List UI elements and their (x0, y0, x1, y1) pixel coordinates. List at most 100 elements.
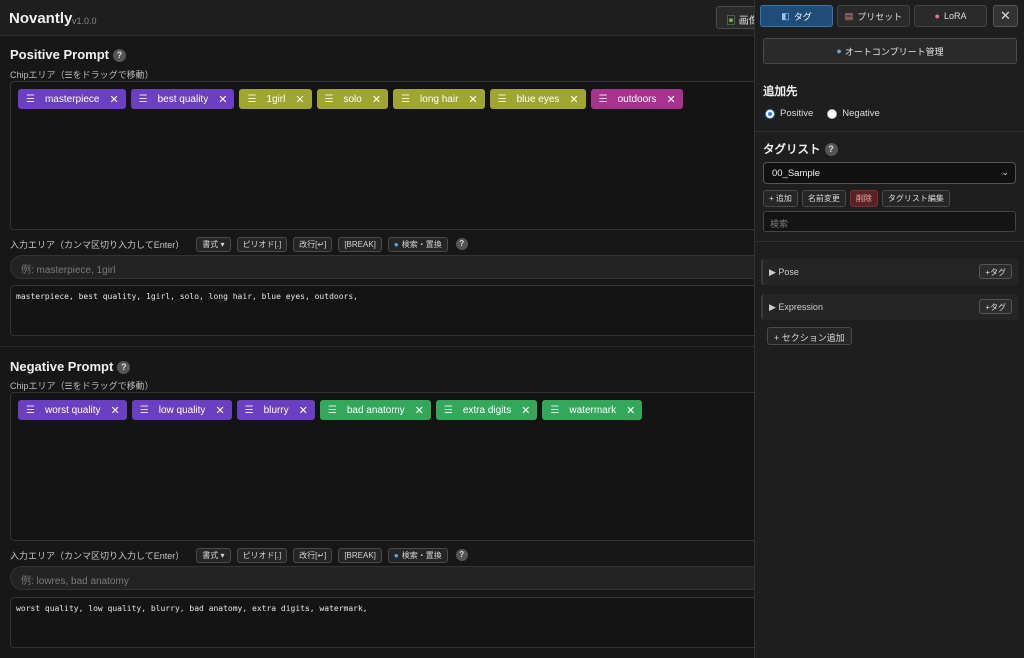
remove-chip-icon[interactable]: ✕ (109, 93, 118, 106)
add-taglist-button[interactable]: + 追加 (763, 190, 798, 207)
tag-chip[interactable]: ☰ watermark ✕ (542, 400, 643, 420)
tag-chip[interactable]: ☰ blue eyes ✕ (489, 89, 586, 109)
remove-chip-icon[interactable]: ✕ (218, 93, 227, 106)
negative-input-field[interactable]: 例: lowres, bad anatomy (10, 566, 770, 590)
section-expression[interactable]: ▶ Expression +タグ (761, 294, 1018, 320)
chip-label: watermark (569, 404, 617, 416)
chip-label: blue eyes (516, 93, 560, 105)
drag-handle-icon[interactable]: ☰ (599, 94, 608, 105)
add-section-button[interactable]: + セクション追加 (767, 327, 852, 345)
tag-chip[interactable]: ☰ low quality ✕ (131, 400, 232, 420)
negative-chip-area[interactable]: ☰ worst quality ✕ ☰ low quality ✕ ☰ blurry ✕ ☰ bad… (10, 392, 770, 541)
remove-chip-icon[interactable]: ✕ (215, 404, 224, 417)
tag-chip[interactable]: ☰ blurry ✕ (236, 400, 315, 420)
input-help-icon[interactable]: ? (455, 238, 468, 250)
negative-input-label: 入力エリア（カンマ区切り入力してEnter） (10, 550, 185, 561)
taglist-search-input[interactable]: 検索 (763, 211, 1016, 232)
section-pose[interactable]: ▶ Pose +タグ (761, 259, 1018, 285)
newline-button[interactable]: 改行[↵] (293, 236, 333, 252)
radio-negative[interactable] (827, 108, 838, 119)
edit-taglist-button[interactable]: タグリスト編集 (881, 190, 950, 207)
autocomplete-button[interactable]: ● オートコンプリート管理 (763, 38, 1017, 64)
search-replace-button[interactable]: ● 検索・置換 (387, 547, 448, 563)
delete-button[interactable]: 削除 (849, 190, 878, 207)
drag-handle-icon[interactable]: ☰ (139, 94, 148, 105)
tag-chip[interactable]: ☰ long hair ✕ (393, 89, 485, 109)
period-button[interactable]: ピリオド[.] (236, 236, 288, 252)
period-button[interactable]: ピリオド[.] (236, 547, 288, 563)
drag-handle-icon[interactable]: ☰ (444, 405, 453, 416)
format-button[interactable]: 書式 ▾ (196, 236, 231, 252)
taglist-help-icon[interactable]: ? (824, 143, 838, 156)
tag-chip[interactable]: ☰ bad anatomy ✕ (319, 400, 431, 420)
remove-chip-icon[interactable]: ✕ (295, 93, 304, 106)
add-tag-button[interactable]: +タグ (979, 299, 1012, 314)
taglist-buttons: + 追加 名前変更 削除 タグリスト編集 (763, 190, 950, 207)
remove-chip-icon[interactable]: ✕ (372, 93, 381, 106)
positive-input-label: 入力エリア（カンマ区切り入力してEnter） (10, 239, 185, 250)
drag-handle-icon[interactable]: ☰ (325, 94, 334, 105)
tag-chip[interactable]: ☰ worst quality ✕ (18, 400, 127, 420)
break-button[interactable]: [BREAK] (338, 236, 382, 252)
chip-label: best quality (157, 93, 209, 105)
drag-handle-icon[interactable]: ☰ (26, 405, 35, 416)
negative-chip-label: Chipエリア（☰をドラッグで移動） (10, 381, 154, 391)
tag-chip[interactable]: ☰ best quality ✕ (130, 89, 235, 109)
input-help-icon[interactable]: ? (455, 549, 468, 561)
remove-chip-icon[interactable]: ✕ (521, 404, 530, 417)
tag-chip[interactable]: ☰ extra digits ✕ (435, 400, 538, 420)
drag-handle-icon[interactable]: ☰ (328, 405, 337, 416)
newline-button[interactable]: 改行[↵] (293, 547, 333, 563)
negative-help-icon[interactable]: ? (117, 361, 131, 374)
tab-tags[interactable]: ◧ タグ (760, 5, 833, 27)
drag-handle-icon[interactable]: ☰ (140, 405, 149, 416)
drag-handle-icon[interactable]: ☰ (401, 94, 410, 105)
positive-input-field[interactable]: 例: masterpiece, 1girl (10, 255, 770, 279)
remove-chip-icon[interactable]: ✕ (626, 404, 635, 417)
chip-label: outdoors (617, 93, 657, 105)
taglist-title: タグリスト? (763, 141, 838, 157)
image-icon: ▣ (726, 16, 736, 27)
drag-handle-icon[interactable]: ☰ (498, 94, 507, 105)
positive-input-row: 入力エリア（カンマ区切り入力してEnter） 書式 ▾ ピリオド[.] 改行[↵… (10, 236, 468, 252)
tab-presets[interactable]: ▤ プリセット (837, 5, 910, 27)
radio-positive[interactable] (765, 108, 775, 119)
rename-button[interactable]: 名前変更 (801, 190, 846, 207)
drag-handle-icon[interactable]: ☰ (247, 94, 256, 105)
drag-handle-icon[interactable]: ☰ (245, 405, 254, 416)
search-replace-button[interactable]: ● 検索・置換 (387, 236, 448, 252)
remove-chip-icon[interactable]: ✕ (667, 93, 676, 106)
chip-label: bad anatomy (346, 404, 405, 416)
remove-chip-icon[interactable]: ✕ (415, 404, 424, 417)
drag-handle-icon[interactable]: ☰ (26, 94, 35, 105)
divider (755, 241, 1024, 242)
section-divider (0, 346, 754, 347)
target-title: 追加先 (763, 86, 798, 98)
negative-output-text[interactable]: worst quality, low quality, blurry, bad … (10, 597, 770, 648)
tag-chip[interactable]: ☰ 1girl ✕ (239, 89, 312, 109)
add-tag-button[interactable]: +タグ (979, 264, 1012, 279)
palette-icon: ● (934, 11, 940, 21)
tag-chip[interactable]: ☰ masterpiece ✕ (18, 89, 126, 109)
chip-label: long hair (420, 93, 459, 105)
positive-chip-area[interactable]: ☰ masterpiece ✕ ☰ best quality ✕ ☰ 1girl ✕ ☰ solo ✕… (10, 81, 770, 230)
remove-chip-icon[interactable]: ✕ (111, 404, 120, 417)
search-icon: ● (393, 239, 399, 249)
negative-title: Negative Prompt? (10, 359, 131, 374)
remove-chip-icon[interactable]: ✕ (468, 93, 477, 106)
tag-chip[interactable]: ☰ outdoors ✕ (590, 89, 683, 109)
tag-chip[interactable]: ☰ solo ✕ (316, 89, 389, 109)
close-button[interactable]: ✕ (993, 5, 1018, 27)
positive-help-icon[interactable]: ? (112, 49, 126, 62)
remove-chip-icon[interactable]: ✕ (299, 404, 308, 417)
positive-output-text[interactable]: masterpiece, best quality, 1girl, solo, … (10, 285, 770, 336)
sidebar: ◧ タグ ▤ プリセット ● LoRA ✕ ● オートコンプリート管理 追加先 Posi… (754, 0, 1024, 658)
format-button[interactable]: 書式 ▾ (196, 547, 231, 563)
break-button[interactable]: [BREAK] (338, 547, 382, 563)
taglist-select[interactable]: 00_Sample ⌄ (763, 162, 1016, 184)
remove-chip-icon[interactable]: ✕ (569, 93, 578, 106)
tab-lora[interactable]: ● LoRA (914, 5, 987, 27)
chip-label: solo (343, 93, 362, 105)
negative-input-row: 入力エリア（カンマ区切り入力してEnter） 書式 ▾ ピリオド[.] 改行[↵… (10, 547, 468, 563)
drag-handle-icon[interactable]: ☰ (550, 405, 559, 416)
